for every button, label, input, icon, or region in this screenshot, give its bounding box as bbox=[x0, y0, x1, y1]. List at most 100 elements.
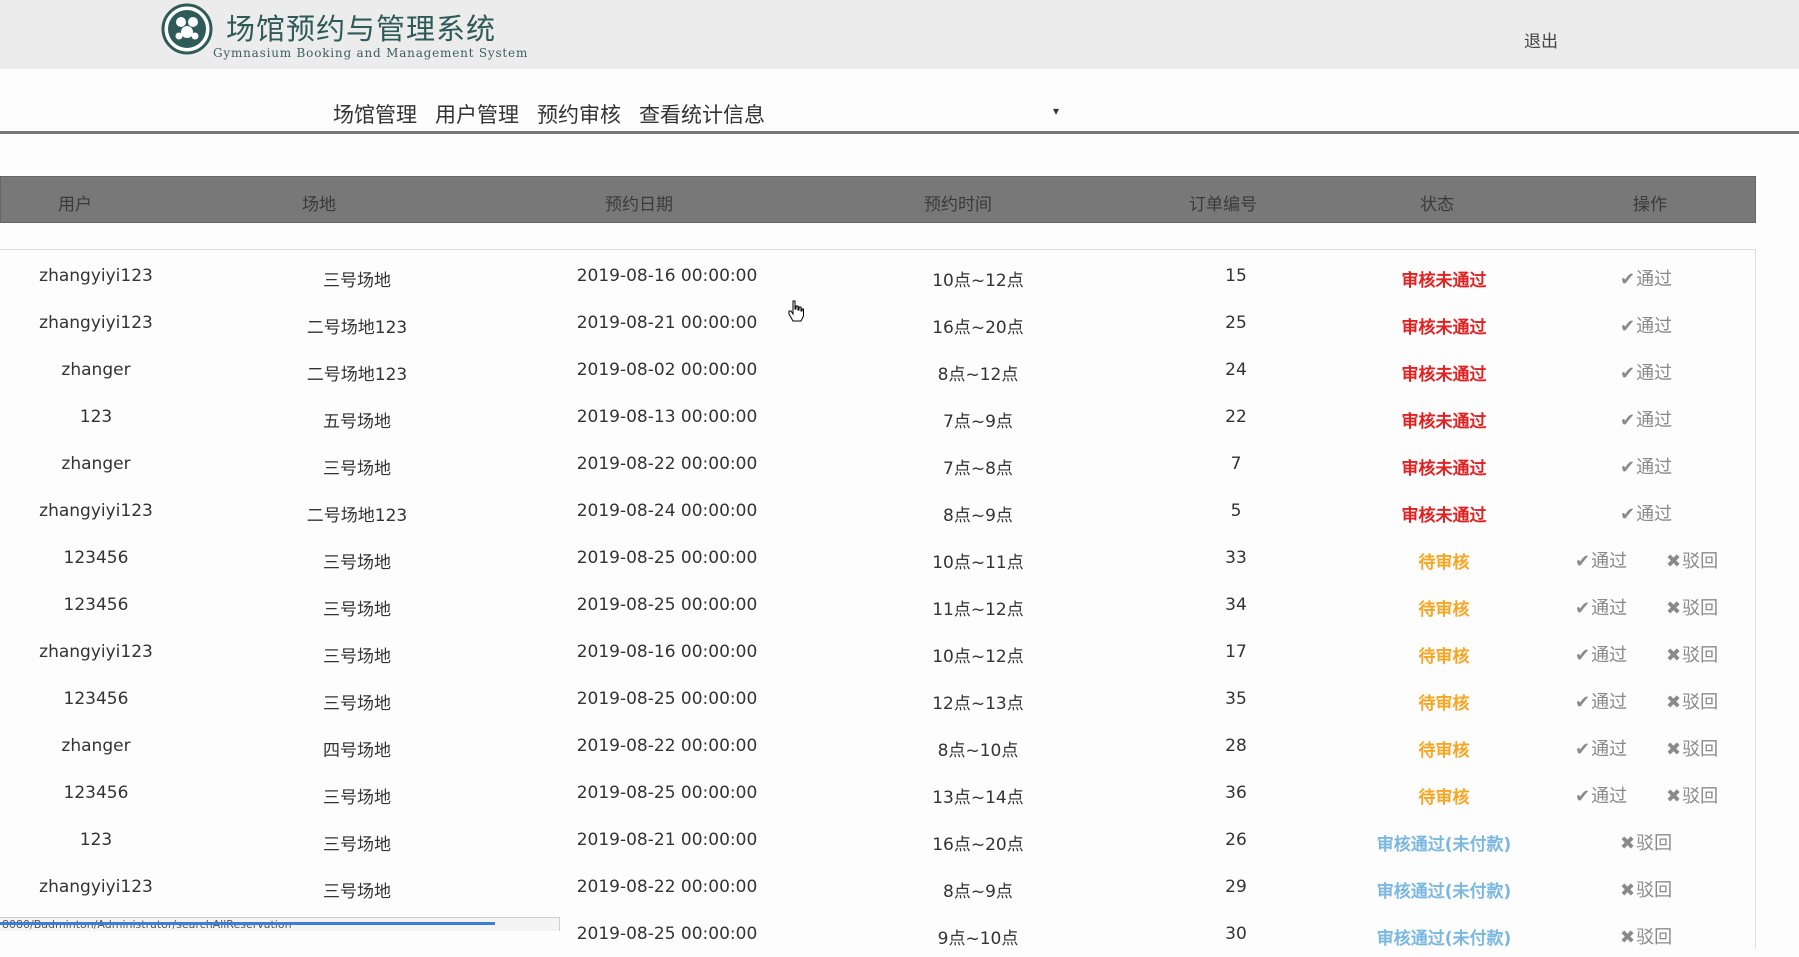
approve-button[interactable]: ✔通过 bbox=[1575, 782, 1627, 808]
reject-button[interactable]: ✖驳回 bbox=[1666, 735, 1718, 761]
column-header-date: 预约日期 bbox=[605, 195, 673, 215]
reject-label: 驳回 bbox=[1682, 551, 1719, 572]
approve-button[interactable]: ✔通过 bbox=[1620, 312, 1672, 338]
approve-label: 通过 bbox=[1591, 786, 1628, 807]
check-icon: ✔ bbox=[1620, 316, 1636, 337]
reject-label: 驳回 bbox=[1682, 739, 1719, 760]
cell-order: 33 bbox=[1225, 548, 1247, 568]
reject-button[interactable]: ✖驳回 bbox=[1666, 547, 1718, 573]
check-icon: ✔ bbox=[1575, 551, 1591, 572]
cell-venue: 三号场地 bbox=[323, 553, 391, 573]
cell-date: 2019-08-25 00:00:00 bbox=[576, 924, 758, 944]
cell-status: 待审核 bbox=[1418, 647, 1470, 667]
cell-venue: 二号场地123 bbox=[306, 506, 408, 526]
cell-date: 2019-08-02 00:00:00 bbox=[576, 360, 758, 380]
approve-button[interactable]: ✔通过 bbox=[1620, 453, 1672, 479]
reject-label: 驳回 bbox=[1682, 692, 1719, 713]
reject-button[interactable]: ✖驳回 bbox=[1666, 782, 1718, 808]
approve-button[interactable]: ✔通过 bbox=[1620, 500, 1672, 526]
cell-date: 2019-08-16 00:00:00 bbox=[576, 642, 758, 662]
close-icon: ✖ bbox=[1666, 786, 1682, 807]
column-header-status: 状态 bbox=[1420, 195, 1454, 215]
approve-button[interactable]: ✔通过 bbox=[1620, 265, 1672, 291]
approve-label: 通过 bbox=[1636, 410, 1673, 431]
cell-order: 35 bbox=[1225, 689, 1247, 709]
reject-label: 驳回 bbox=[1682, 645, 1719, 666]
cell-venue: 三号场地 bbox=[323, 882, 391, 902]
site-subtitle: Gymnasium Booking and Management System bbox=[213, 46, 529, 60]
reject-label: 驳回 bbox=[1636, 880, 1673, 901]
cell-time: 8点~9点 bbox=[943, 506, 1013, 526]
approve-label: 通过 bbox=[1636, 504, 1673, 525]
cell-user: 123456 bbox=[63, 689, 129, 709]
column-header-order: 订单编号 bbox=[1189, 195, 1257, 215]
cell-status: 审核未通过 bbox=[1401, 459, 1487, 479]
approve-label: 通过 bbox=[1591, 645, 1628, 666]
top-bar: 场馆预约与管理系统 Gymnasium Booking and Manageme… bbox=[0, 0, 1799, 69]
nav-statistics[interactable]: 查看统计信息 bbox=[639, 99, 765, 129]
approve-label: 通过 bbox=[1591, 598, 1628, 619]
column-header-user: 用户 bbox=[58, 195, 92, 215]
table-row: zhanger 四号场地 2019-08-22 00:00:00 8点~10点 28 待审… bbox=[0, 722, 1756, 769]
cell-order: 36 bbox=[1225, 783, 1247, 803]
cell-time: 8点~12点 bbox=[937, 365, 1019, 385]
approve-button[interactable]: ✔通过 bbox=[1620, 406, 1672, 432]
cell-date: 2019-08-25 00:00:00 bbox=[576, 548, 758, 568]
logout-link[interactable]: 退出 bbox=[1524, 27, 1558, 52]
cell-venue: 三号场地 bbox=[323, 694, 391, 714]
reject-button[interactable]: ✖驳回 bbox=[1620, 829, 1672, 855]
approve-button[interactable]: ✔通过 bbox=[1620, 359, 1672, 385]
cell-user: 123456 bbox=[63, 595, 129, 615]
cell-venue: 三号场地 bbox=[323, 459, 391, 479]
cell-venue: 二号场地123 bbox=[306, 365, 408, 385]
approve-button[interactable]: ✔通过 bbox=[1575, 547, 1627, 573]
approve-button[interactable]: ✔通过 bbox=[1575, 688, 1627, 714]
approve-button[interactable]: ✔通过 bbox=[1575, 594, 1627, 620]
cell-time: 10点~11点 bbox=[932, 553, 1024, 573]
dropdown-caret-icon[interactable]: ▾ bbox=[1053, 104, 1059, 118]
reject-button[interactable]: ✖驳回 bbox=[1666, 688, 1718, 714]
cell-time: 10点~12点 bbox=[932, 271, 1024, 291]
cell-status: 审核未通过 bbox=[1401, 506, 1487, 526]
cell-order: 15 bbox=[1225, 266, 1247, 286]
cell-user: zhanger bbox=[61, 360, 131, 380]
reject-button[interactable]: ✖驳回 bbox=[1620, 876, 1672, 902]
check-icon: ✔ bbox=[1575, 739, 1591, 760]
reject-label: 驳回 bbox=[1682, 786, 1719, 807]
close-icon: ✖ bbox=[1620, 833, 1636, 854]
cell-user: 123456 bbox=[63, 548, 129, 568]
cell-user: zhanger bbox=[61, 736, 131, 756]
nav-user-management[interactable]: 用户管理 bbox=[435, 99, 519, 129]
approve-label: 通过 bbox=[1636, 316, 1673, 337]
cell-user: 123 bbox=[79, 830, 113, 850]
reject-button[interactable]: ✖驳回 bbox=[1666, 594, 1718, 620]
reject-label: 驳回 bbox=[1682, 598, 1719, 619]
table-row: zhangyiyi123 三号场地 2019-08-16 00:00:00 10点~1… bbox=[0, 628, 1756, 675]
cell-status: 审核未通过 bbox=[1401, 365, 1487, 385]
table-row: zhangyiyi123 三号场地 2019-08-16 00:00:00 10点~1… bbox=[0, 252, 1756, 299]
cell-order: 29 bbox=[1225, 877, 1247, 897]
cell-order: 25 bbox=[1225, 313, 1247, 333]
cell-status: 待审核 bbox=[1418, 741, 1470, 761]
cell-time: 13点~14点 bbox=[932, 788, 1024, 808]
check-icon: ✔ bbox=[1575, 692, 1591, 713]
cell-venue: 三号场地 bbox=[323, 788, 391, 808]
nav-reservation-review[interactable]: 预约审核 bbox=[537, 99, 621, 129]
approve-button[interactable]: ✔通过 bbox=[1575, 735, 1627, 761]
cell-venue: 三号场地 bbox=[323, 271, 391, 291]
cell-user: 123456 bbox=[63, 783, 129, 803]
approve-label: 通过 bbox=[1591, 551, 1628, 572]
cell-venue: 四号场地 bbox=[323, 741, 391, 761]
cell-order: 24 bbox=[1225, 360, 1247, 380]
reject-button[interactable]: ✖驳回 bbox=[1666, 641, 1718, 667]
table-row: 123456 三号场地 2019-08-25 00:00:00 10点~11点 33 待审… bbox=[0, 534, 1756, 581]
logo-icon bbox=[161, 3, 213, 55]
approve-button[interactable]: ✔通过 bbox=[1575, 641, 1627, 667]
table-row: zhangyiyi123 二号场地123 2019-08-24 00:00:00 8点… bbox=[0, 487, 1756, 534]
nav-venue-management[interactable]: 场馆管理 bbox=[333, 99, 417, 129]
cell-venue: 三号场地 bbox=[323, 647, 391, 667]
cell-order: 34 bbox=[1225, 595, 1247, 615]
cell-date: 2019-08-21 00:00:00 bbox=[576, 313, 758, 333]
reject-button[interactable]: ✖驳回 bbox=[1620, 923, 1672, 949]
check-icon: ✔ bbox=[1575, 786, 1591, 807]
